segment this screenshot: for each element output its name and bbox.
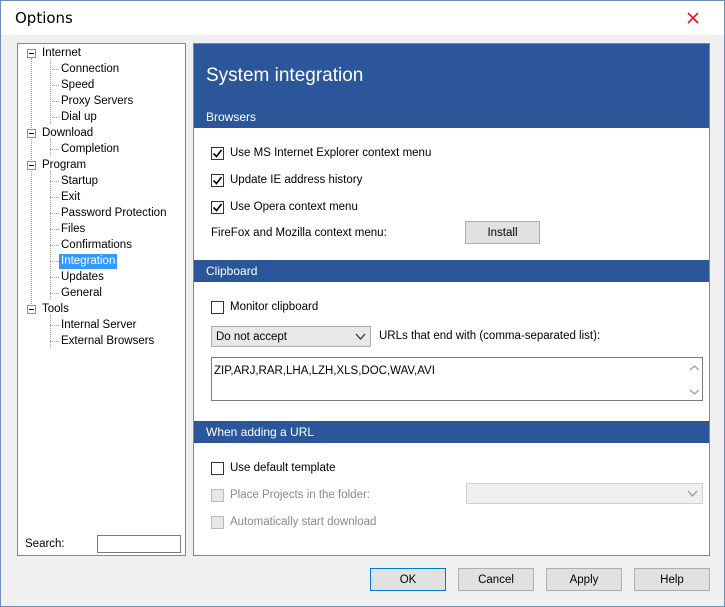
tree-connector (50, 171, 51, 299)
tree-item-updates[interactable]: Updates (59, 270, 106, 285)
tree-connector (50, 261, 59, 262)
collapse-icon[interactable] (27, 161, 36, 170)
url-accept-select[interactable]: Do not accept (211, 326, 371, 347)
tree-connector (50, 341, 59, 342)
tree-connector (50, 245, 59, 246)
tree-connector (50, 229, 59, 230)
auto-start-checkbox[interactable] (211, 515, 224, 529)
auto-start-label: Automatically start download (230, 516, 377, 528)
tree-item-external-browsers[interactable]: External Browsers (59, 334, 156, 349)
ie-address-history-checkbox[interactable] (211, 173, 224, 187)
tree-item-integration[interactable]: Integration (59, 254, 118, 269)
url-extensions-label: URLs that end with (comma-separated list… (379, 330, 601, 342)
tree-connector (50, 149, 59, 150)
tree-item-startup[interactable]: Startup (59, 174, 100, 189)
place-projects-checkbox[interactable] (211, 488, 224, 502)
collapse-icon[interactable] (27, 129, 36, 138)
section-header-adding-url: When adding a URL (194, 421, 709, 443)
ie-context-menu-checkbox[interactable] (211, 146, 224, 160)
tree-item-tools[interactable]: Tools (40, 302, 71, 317)
tree-connector (50, 85, 59, 86)
tree-connector (50, 101, 59, 102)
place-projects-label: Place Projects in the folder: (230, 489, 370, 501)
collapse-icon[interactable] (27, 305, 36, 314)
options-tree-panel: Internet Connection Speed Proxy Servers … (17, 43, 186, 556)
tree-item-proxy-servers[interactable]: Proxy Servers (59, 94, 135, 109)
checkmark-icon (212, 176, 223, 185)
monitor-clipboard-checkbox[interactable] (211, 300, 224, 314)
tree-item-connection[interactable]: Connection (59, 62, 121, 77)
tree-item-completion[interactable]: Completion (59, 142, 121, 157)
page-title: System integration (206, 65, 364, 86)
search-label: Search: (25, 538, 65, 550)
tree-item-internal-server[interactable]: Internal Server (59, 318, 138, 333)
tree-item-exit[interactable]: Exit (59, 190, 82, 205)
default-template-label: Use default template (230, 462, 336, 474)
cancel-button[interactable]: Cancel (458, 568, 534, 591)
url-accept-select-value: Do not accept (216, 330, 287, 343)
chevron-down-icon (355, 333, 366, 340)
ie-context-menu-checkbox-row[interactable]: Use MS Internet Explorer context menu (211, 145, 431, 161)
options-window: Options Internet Connection Speed Proxy … (0, 0, 725, 607)
tree-item-confirmations[interactable]: Confirmations (59, 238, 134, 253)
default-template-checkbox-row[interactable]: Use default template (211, 460, 335, 476)
chevron-down-icon (687, 490, 698, 497)
ie-address-history-label: Update IE address history (230, 174, 363, 186)
dialog-button-bar: OK Cancel Apply Help (1, 561, 724, 606)
integration-settings-panel: System integration Browsers Use MS Inter… (193, 43, 710, 556)
tree-connector (50, 69, 59, 70)
default-template-checkbox[interactable] (211, 461, 224, 475)
install-button[interactable]: Install (465, 221, 540, 244)
tree-item-program[interactable]: Program (40, 158, 88, 173)
panel-header: System integration (194, 44, 709, 106)
monitor-clipboard-checkbox-row[interactable]: Monitor clipboard (211, 299, 318, 315)
tree-item-download[interactable]: Download (40, 126, 95, 141)
scroll-up-icon[interactable] (689, 364, 700, 372)
tree-connector (50, 315, 51, 347)
ok-button[interactable]: OK (370, 568, 446, 591)
scroll-down-icon[interactable] (689, 388, 700, 396)
title-bar: Options (1, 1, 724, 35)
section-header-clipboard: Clipboard (194, 260, 709, 282)
close-icon (687, 12, 699, 24)
tree-item-general[interactable]: General (59, 286, 104, 301)
place-projects-checkbox-row[interactable]: Place Projects in the folder: (211, 487, 370, 503)
tree-connector (50, 213, 59, 214)
opera-context-menu-checkbox[interactable] (211, 200, 224, 214)
window-title: Options (15, 9, 73, 27)
tree-connector (50, 293, 59, 294)
url-extensions-value: ZIP,ARJ,RAR,LHA,LZH,XLS,DOC,WAV,AVI (214, 365, 435, 377)
firefox-context-menu-label: FireFox and Mozilla context menu: (211, 227, 387, 239)
checkmark-icon (212, 149, 223, 158)
tree-item-speed[interactable]: Speed (59, 78, 96, 93)
project-folder-select[interactable] (466, 483, 703, 504)
tree-connector (50, 117, 59, 118)
opera-context-menu-checkbox-row[interactable]: Use Opera context menu (211, 199, 358, 215)
tree-connector (50, 325, 59, 326)
options-tree: Internet Connection Speed Proxy Servers … (18, 44, 185, 534)
apply-button[interactable]: Apply (546, 568, 622, 591)
tree-connector (31, 58, 32, 314)
tree-item-password-protection[interactable]: Password Protection (59, 206, 168, 221)
tree-item-files[interactable]: Files (59, 222, 87, 237)
opera-context-menu-label: Use Opera context menu (230, 201, 358, 213)
tree-connector (50, 139, 51, 155)
help-button[interactable]: Help (634, 568, 710, 591)
tree-connector (50, 181, 59, 182)
checkmark-icon (212, 203, 223, 212)
close-button[interactable] (671, 5, 715, 31)
collapse-icon[interactable] (27, 49, 36, 58)
search-input[interactable] (97, 535, 181, 553)
section-header-browsers: Browsers (194, 106, 709, 128)
ie-context-menu-label: Use MS Internet Explorer context menu (230, 147, 432, 159)
tree-connector (50, 197, 59, 198)
url-extensions-textarea[interactable]: ZIP,ARJ,RAR,LHA,LZH,XLS,DOC,WAV,AVI (211, 357, 703, 401)
auto-start-checkbox-row[interactable]: Automatically start download (211, 514, 376, 530)
monitor-clipboard-label: Monitor clipboard (230, 301, 319, 313)
tree-connector (50, 277, 59, 278)
ie-address-history-checkbox-row[interactable]: Update IE address history (211, 172, 362, 188)
tree-item-dial-up[interactable]: Dial up (59, 110, 99, 125)
tree-item-internet[interactable]: Internet (40, 46, 83, 61)
